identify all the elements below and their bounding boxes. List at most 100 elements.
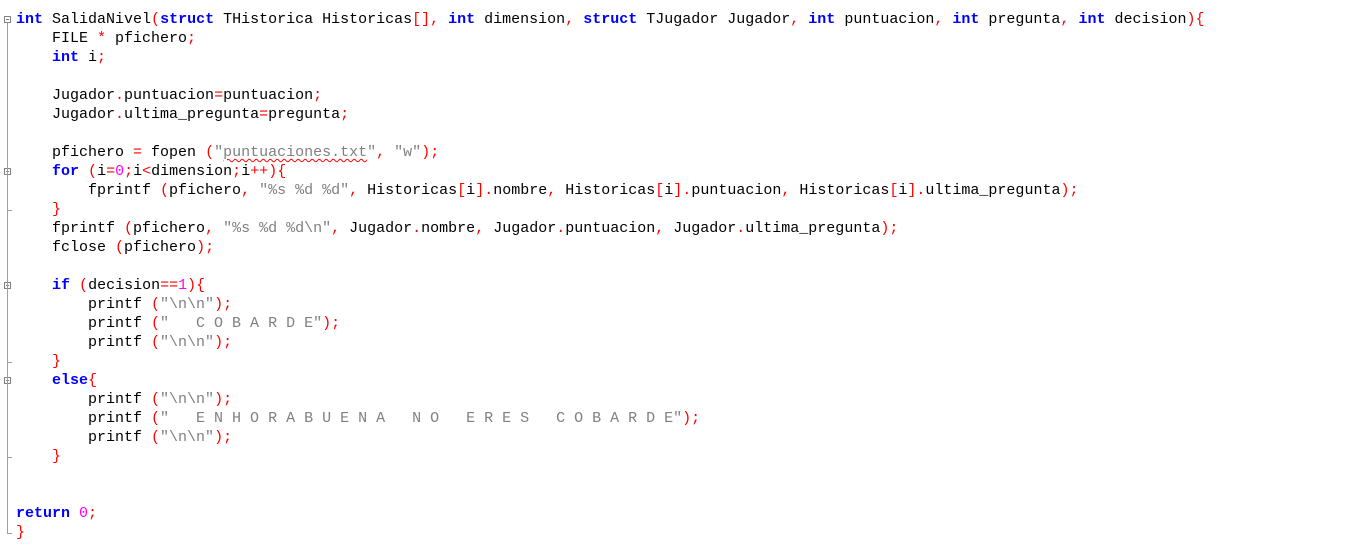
code-token-ident: Jugador xyxy=(664,220,737,237)
code-line[interactable]: if (decision==1){ xyxy=(16,276,1336,295)
code-token-ident: pregunta xyxy=(268,106,341,123)
code-line[interactable]: pfichero = fopen ("puntuaciones.txt", "w… xyxy=(16,143,1336,162)
code-token-ident: fclose xyxy=(16,239,116,256)
code-line[interactable]: } xyxy=(16,523,1336,542)
code-line[interactable]: printf ("\n\n"); xyxy=(16,428,1336,447)
code-token-ident: nombre xyxy=(421,220,476,237)
code-token-string: " E N H O R A B U E N A N O E R E S C O … xyxy=(160,410,683,427)
code-line[interactable] xyxy=(16,124,1336,143)
code-line[interactable]: printf ("\n\n"); xyxy=(16,390,1336,409)
code-token-op: ( xyxy=(124,220,134,237)
code-token-op: . xyxy=(412,220,422,237)
code-token-keyword: int xyxy=(808,11,836,28)
code-line[interactable]: printf (" C O B A R D E"); xyxy=(16,314,1336,333)
code-token-ident: puntuacion xyxy=(124,87,215,104)
code-line[interactable] xyxy=(16,466,1336,485)
code-token-op: , xyxy=(547,182,557,199)
code-token-ident: fprintf xyxy=(16,182,161,199)
code-token-op: . xyxy=(115,106,125,123)
code-token-ident: puntuacion xyxy=(223,87,314,104)
code-token-op: ( xyxy=(151,429,161,446)
code-token-op: , xyxy=(475,220,485,237)
code-token-ident: decision xyxy=(1105,11,1187,28)
code-token-ident: Historicas xyxy=(556,182,656,199)
code-line[interactable]: return 0; xyxy=(16,504,1336,523)
code-token-op: ; xyxy=(124,163,134,180)
code-line[interactable]: } xyxy=(16,200,1336,219)
code-token-ident: printf xyxy=(16,410,152,427)
fold-end-marker xyxy=(7,533,12,534)
code-line[interactable]: Jugador.puntuacion=puntuacion; xyxy=(16,86,1336,105)
code-token-ident xyxy=(16,163,52,180)
code-token-string: "%s %d %d" xyxy=(259,182,350,199)
code-token-ident: printf xyxy=(16,334,152,351)
code-token-op: ( xyxy=(151,391,161,408)
code-token-op: , xyxy=(934,11,944,28)
code-token-ident xyxy=(214,220,223,237)
code-token-ident: nombre xyxy=(493,182,548,199)
code-token-ident: dimension xyxy=(151,163,233,180)
code-token-op: ){ xyxy=(1186,11,1205,28)
code-token-ident: i xyxy=(241,163,251,180)
code-token-op: ( xyxy=(160,182,170,199)
code-token-ident: ultima_pregunta xyxy=(745,220,881,237)
code-token-string-squiggle: puntuaciones.txt xyxy=(223,144,368,161)
code-token-keyword: else xyxy=(52,372,89,389)
code-token-ident: printf xyxy=(16,296,152,313)
code-token-op: ( xyxy=(79,277,89,294)
code-token-ident: TJugador Jugador xyxy=(637,11,791,28)
code-token-op: ( xyxy=(151,11,161,28)
code-token-ident: dimension xyxy=(475,11,566,28)
code-line[interactable]: printf ("\n\n"); xyxy=(16,333,1336,352)
code-token-ident: pfichero xyxy=(133,220,206,237)
code-token-ident: decision xyxy=(88,277,161,294)
code-token-ident: Historicas xyxy=(790,182,890,199)
code-token-op: , xyxy=(241,182,251,199)
code-line[interactable]: fprintf (pfichero, "%s %d %d\n", Jugador… xyxy=(16,219,1336,238)
code-token-op: ); xyxy=(421,144,440,161)
code-token-ident xyxy=(79,163,88,180)
code-line[interactable]: Jugador.ultima_pregunta=pregunta; xyxy=(16,105,1336,124)
code-token-ident xyxy=(16,49,52,66)
code-editor[interactable]: int SalidaNivel(struct THistorica Histor… xyxy=(0,0,1346,547)
code-line[interactable]: printf ("\n\n"); xyxy=(16,295,1336,314)
code-token-op: , xyxy=(349,182,359,199)
code-line[interactable]: fclose (pfichero); xyxy=(16,238,1336,257)
code-line[interactable]: FILE * pfichero; xyxy=(16,29,1336,48)
code-line[interactable]: fprintf (pfichero, "%s %d %d", Historica… xyxy=(16,181,1336,200)
code-token-string: "%s %d %d\n" xyxy=(223,220,332,237)
code-token-number: 0 xyxy=(115,163,125,180)
code-line[interactable]: } xyxy=(16,447,1336,466)
code-area[interactable]: int SalidaNivel(struct THistorica Histor… xyxy=(16,10,1336,545)
code-token-op: ); xyxy=(214,334,233,351)
code-token-string: " C O B A R D E" xyxy=(160,315,323,332)
code-token-ident xyxy=(574,11,583,28)
code-token-ident: Jugador xyxy=(484,220,557,237)
code-token-op: } xyxy=(52,448,62,465)
code-token-ident: printf xyxy=(16,429,152,446)
code-line[interactable]: printf (" E N H O R A B U E N A N O E R … xyxy=(16,409,1336,428)
fold-toggle-icon[interactable] xyxy=(4,16,11,23)
code-token-ident xyxy=(16,448,52,465)
code-token-ident: i xyxy=(97,163,107,180)
code-line[interactable]: } xyxy=(16,352,1336,371)
code-token-op: ; xyxy=(88,505,98,522)
code-token-ident: ultima_pregunta xyxy=(124,106,260,123)
code-token-ident xyxy=(16,277,52,294)
code-token-op: ]. xyxy=(673,182,692,199)
code-token-op: . xyxy=(736,220,746,237)
code-token-ident: i xyxy=(79,49,98,66)
code-token-string: "\n\n" xyxy=(160,296,215,313)
code-token-keyword: int xyxy=(952,11,980,28)
code-line[interactable]: int i; xyxy=(16,48,1336,67)
code-token-ident: printf xyxy=(16,391,152,408)
code-line[interactable]: for (i=0;i<dimension;i++){ xyxy=(16,162,1336,181)
code-line[interactable] xyxy=(16,67,1336,86)
code-line[interactable]: int SalidaNivel(struct THistorica Histor… xyxy=(16,10,1336,29)
code-line[interactable] xyxy=(16,257,1336,276)
code-line[interactable]: else{ xyxy=(16,371,1336,390)
code-token-ident: pfichero xyxy=(106,30,188,47)
code-token-op: [], xyxy=(412,11,440,28)
code-token-op: ; xyxy=(232,163,242,180)
code-line[interactable] xyxy=(16,485,1336,504)
